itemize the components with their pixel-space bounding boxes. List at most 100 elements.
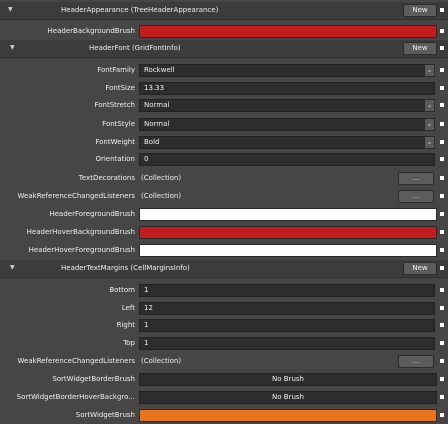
property-marker-icon[interactable]: [440, 230, 444, 234]
margin-top-input[interactable]: 1: [139, 337, 435, 350]
header-foreground-brush-swatch[interactable]: [139, 208, 437, 221]
font-size-row: FontSize 13.33: [0, 80, 448, 97]
collapse-arrow-icon[interactable]: ▼: [10, 264, 15, 271]
property-marker-icon[interactable]: [440, 103, 444, 107]
sort-widget-border-brush-row: SortWidgetBorderBrush No Brush: [0, 371, 448, 388]
font-weight-row: FontWeight Bold ⌄: [0, 134, 448, 151]
header-foreground-brush-label: HeaderForegroundBrush: [49, 210, 135, 218]
property-marker-icon[interactable]: [440, 140, 444, 144]
text-decorations-value: (Collection): [141, 174, 182, 182]
font-style-label: FontStyle: [102, 120, 135, 128]
font-stretch-row: FontStretch Normal ⌄: [0, 97, 448, 114]
header-hover-background-brush-row: HeaderHoverBackgroundBrush: [0, 224, 448, 241]
chevron-down-icon[interactable]: ⌄: [424, 64, 435, 77]
property-marker-icon[interactable]: [440, 68, 444, 72]
property-grid: { "colors": { "red_brush": "#c41c1c", "w…: [0, 0, 448, 424]
property-marker-icon[interactable]: [440, 323, 444, 327]
chevron-down-icon[interactable]: ⌄: [424, 118, 435, 131]
header-appearance-label: HeaderAppearance (TreeHeaderAppearance): [61, 6, 219, 14]
header-appearance-new-button[interactable]: New: [403, 4, 437, 17]
orientation-label: Orientation: [95, 155, 135, 163]
header-font-section: ▼ HeaderFont (GridFontInfo) New: [0, 40, 448, 58]
orientation-input[interactable]: 0: [139, 153, 435, 166]
chevron-down-icon[interactable]: ⌄: [424, 136, 435, 149]
chevron-down-icon[interactable]: ⌄: [424, 99, 435, 112]
sort-widget-border-brush-label: SortWidgetBorderBrush: [52, 375, 135, 383]
margin-right-label: Right: [116, 321, 135, 329]
collapse-arrow-icon[interactable]: ▼: [10, 44, 15, 51]
sort-widget-brush-label: SortWidgetBrush: [75, 411, 135, 419]
margin-left-label: Left: [121, 304, 135, 312]
header-foreground-brush-row: HeaderForegroundBrush: [0, 206, 448, 223]
header-hover-background-brush-label: HeaderHoverBackgroundBrush: [26, 228, 135, 236]
sort-widget-border-hover-value[interactable]: No Brush: [139, 391, 437, 404]
weak-reference-listeners-value: (Collection): [141, 192, 182, 200]
property-marker-icon[interactable]: [440, 194, 444, 198]
sort-widget-brush-row: SortWidgetBrush: [0, 407, 448, 424]
property-marker-icon[interactable]: [440, 29, 444, 33]
font-family-label: FontFamily: [97, 66, 135, 74]
property-marker-icon[interactable]: [440, 288, 444, 292]
font-weight-label: FontWeight: [95, 138, 135, 146]
header-text-margins-section: ▼ HeaderTextMargins (CellMarginsInfo) Ne…: [0, 260, 448, 278]
property-marker-icon[interactable]: [440, 395, 444, 399]
margins-weak-reference-listeners-label: WeakReferenceChangedListeners: [17, 357, 135, 365]
header-hover-foreground-brush-label: HeaderHoverForegroundBrush: [28, 246, 135, 254]
property-marker-icon[interactable]: [440, 266, 444, 270]
header-background-brush-label: HeaderBackgroundBrush: [47, 27, 135, 35]
font-family-select[interactable]: Rockwell: [139, 64, 425, 77]
margin-right-row: Right 1: [0, 317, 448, 334]
property-marker-icon[interactable]: [440, 341, 444, 345]
property-marker-icon[interactable]: [440, 359, 444, 363]
header-background-brush-row: HeaderBackgroundBrush: [0, 23, 448, 40]
collapse-arrow-icon[interactable]: ▼: [8, 6, 13, 13]
property-marker-icon[interactable]: [440, 248, 444, 252]
property-marker-icon[interactable]: [440, 377, 444, 381]
font-family-row: FontFamily Rockwell ⌄: [0, 62, 448, 79]
margin-bottom-row: Bottom 1: [0, 282, 448, 299]
header-hover-foreground-brush-swatch[interactable]: [139, 244, 437, 257]
text-decorations-label: TextDecorations: [78, 174, 135, 182]
margins-weak-reference-listeners-edit-button[interactable]: ...: [398, 355, 434, 368]
property-marker-icon[interactable]: [440, 212, 444, 216]
weak-reference-listeners-label: WeakReferenceChangedListeners: [17, 192, 135, 200]
font-style-select[interactable]: Normal: [139, 118, 425, 131]
font-weight-select[interactable]: Bold: [139, 136, 425, 149]
header-appearance-section: ▼ HeaderAppearance (TreeHeaderAppearance…: [0, 2, 448, 20]
sort-widget-border-hover-label: SortWidgetBorderHoverBackgro...: [16, 393, 135, 401]
font-size-input[interactable]: 13.33: [139, 82, 435, 95]
property-marker-icon[interactable]: [440, 122, 444, 126]
property-marker-icon[interactable]: [440, 306, 444, 310]
weak-reference-listeners-edit-button[interactable]: ...: [398, 190, 434, 203]
sort-widget-border-brush-value[interactable]: No Brush: [139, 373, 437, 386]
margin-top-label: Top: [123, 339, 135, 347]
margin-left-input[interactable]: 12: [139, 302, 435, 315]
header-hover-background-brush-swatch[interactable]: [139, 226, 437, 239]
margin-top-row: Top 1: [0, 335, 448, 352]
header-font-label: HeaderFont (GridFontInfo): [89, 44, 181, 52]
header-background-brush-swatch[interactable]: [139, 25, 437, 38]
margin-bottom-input[interactable]: 1: [139, 284, 435, 297]
orientation-row: Orientation 0: [0, 151, 448, 168]
property-marker-icon[interactable]: [440, 157, 444, 161]
text-decorations-row: TextDecorations (Collection) ...: [0, 170, 448, 187]
property-marker-icon[interactable]: [440, 8, 444, 12]
property-marker-icon[interactable]: [440, 86, 444, 90]
font-stretch-label: FontStretch: [94, 101, 136, 109]
text-decorations-edit-button[interactable]: ...: [398, 172, 434, 185]
property-marker-icon[interactable]: [440, 176, 444, 180]
sort-widget-brush-swatch[interactable]: [139, 409, 437, 422]
margins-weak-reference-listeners-value: (Collection): [141, 357, 182, 365]
font-size-label: FontSize: [105, 84, 135, 92]
margin-right-input[interactable]: 1: [139, 319, 435, 332]
font-stretch-select[interactable]: Normal: [139, 99, 425, 112]
sort-widget-border-hover-row: SortWidgetBorderHoverBackgro... No Brush: [0, 389, 448, 406]
header-hover-foreground-brush-row: HeaderHoverForegroundBrush: [0, 242, 448, 259]
property-marker-icon[interactable]: [440, 413, 444, 417]
header-text-margins-new-button[interactable]: New: [403, 262, 437, 275]
header-font-new-button[interactable]: New: [403, 42, 437, 55]
weak-reference-listeners-row: WeakReferenceChangedListeners (Collectio…: [0, 188, 448, 205]
margin-left-row: Left 12: [0, 300, 448, 317]
property-marker-icon[interactable]: [440, 46, 444, 50]
font-style-row: FontStyle Normal ⌄: [0, 116, 448, 133]
